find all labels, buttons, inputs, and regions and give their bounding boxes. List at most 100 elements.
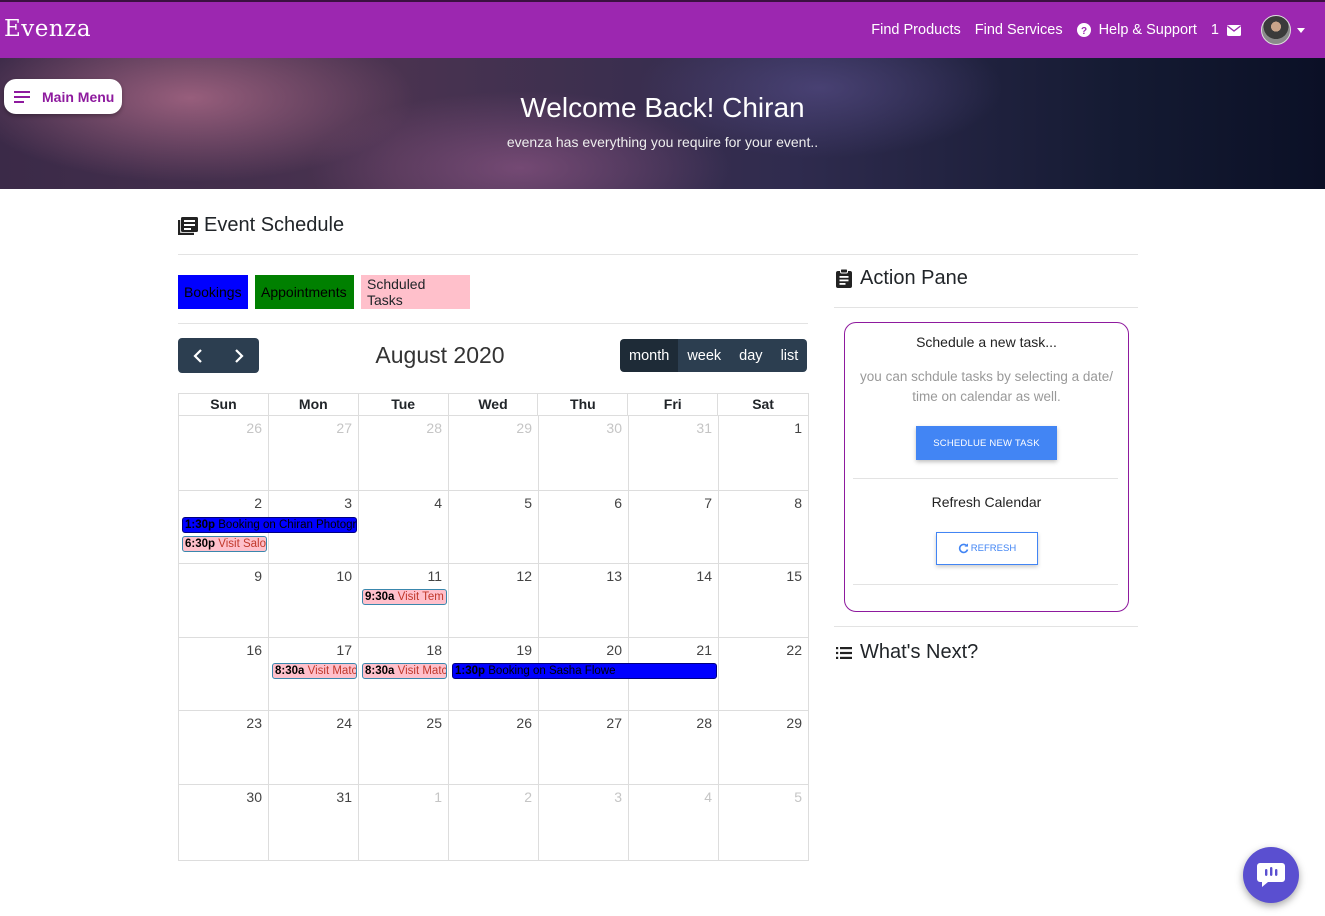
calendar-event-task[interactable]: 8:30a Visit Matc	[272, 663, 357, 679]
weekday-thu: Thu	[538, 394, 629, 415]
envelope-icon	[1227, 24, 1241, 36]
calendar-week: 30 31 1 2 3 4 5	[178, 784, 809, 861]
divider	[178, 254, 1138, 255]
nav-help-support[interactable]: ? Help & Support	[1076, 22, 1197, 38]
messages-link[interactable]: 1	[1211, 22, 1241, 38]
schedule-new-task-button[interactable]: SCHEDLUE NEW TASK	[916, 426, 1057, 460]
day-cell[interactable]: 4	[629, 785, 719, 860]
top-navbar: Evenza Find Products Find Services ? Hel…	[0, 0, 1325, 58]
calendar-event-booking[interactable]: 1:30p Booking on Chiran Photogr	[182, 517, 357, 533]
day-cell[interactable]: 30	[179, 785, 269, 860]
day-cell[interactable]: 12	[449, 564, 539, 637]
day-cell[interactable]: 16	[179, 638, 269, 710]
user-avatar[interactable]	[1261, 15, 1291, 45]
calendar-month-title: August 2020	[375, 342, 505, 368]
day-cell[interactable]: 5	[719, 785, 809, 860]
day-cell[interactable]: 26	[179, 416, 269, 490]
day-cell[interactable]: 6	[539, 491, 629, 563]
event-legend: Bookings Appointments Schduled Tasks	[178, 275, 477, 309]
day-cell[interactable]: 14	[629, 564, 719, 637]
day-cell[interactable]: 2	[449, 785, 539, 860]
day-cell[interactable]: 5	[449, 491, 539, 563]
chevron-right-icon	[234, 348, 244, 363]
brand-logo[interactable]: Evenza	[4, 16, 91, 42]
divider	[853, 584, 1118, 585]
action-pane-title: Action Pane	[860, 267, 968, 289]
event-time: 9:30a	[365, 591, 395, 603]
calendar-week: 26 27 28 29 30 31 1	[178, 415, 809, 490]
chevron-down-icon[interactable]	[1297, 27, 1305, 33]
day-cell[interactable]: 7	[629, 491, 719, 563]
day-cell[interactable]: 9	[179, 564, 269, 637]
view-day-button[interactable]: day	[730, 339, 772, 372]
weekday-mon: Mon	[269, 394, 359, 415]
day-cell[interactable]: 1	[359, 785, 449, 860]
weekday-tue: Tue	[359, 394, 449, 415]
chevron-left-icon	[193, 348, 203, 363]
day-cell[interactable]: 26	[449, 711, 539, 784]
schedule-book-icon	[178, 216, 198, 235]
new-task-help-text: you can schdule tasks by selecting a dat…	[860, 369, 1113, 404]
list-icon	[836, 646, 852, 659]
day-cell[interactable]: 27	[539, 711, 629, 784]
day-cell[interactable]: 27	[269, 416, 359, 490]
day-cell[interactable]: 22	[719, 638, 809, 710]
refresh-button[interactable]: REFRESH	[936, 532, 1038, 565]
welcome-subtitle: evenza has everything you require for yo…	[506, 134, 819, 150]
prev-month-button[interactable]	[178, 338, 219, 373]
calendar-event-task[interactable]: 8:30a Visit Matc	[362, 663, 447, 679]
day-cell[interactable]: 28	[359, 416, 449, 490]
event-time: 1:30p	[185, 519, 216, 531]
day-cell[interactable]: 1	[719, 416, 809, 490]
chat-widget-button[interactable]	[1243, 847, 1299, 903]
calendar-event-booking[interactable]: 1:30p Booking on Sasha Flowe	[452, 663, 717, 679]
legend-bookings: Bookings	[178, 275, 248, 309]
view-week-button[interactable]: week	[678, 339, 731, 372]
calendar-week: 16 17 18 19 20 21 22 8:30a Visit Matc 8:…	[178, 637, 809, 710]
calendar-view-switcher: month week day list	[620, 339, 808, 372]
action-pane-heading: Action Pane	[836, 267, 968, 290]
day-cell[interactable]: 3	[539, 785, 629, 860]
weekday-sun: Sun	[179, 394, 269, 415]
refresh-icon	[958, 543, 969, 554]
view-month-button[interactable]: month	[620, 339, 679, 372]
calendar-week: 2 3 4 5 6 7 8 1:30p Booking on Chiran Ph…	[178, 490, 809, 563]
divider	[853, 478, 1118, 479]
day-cell[interactable]: 15	[719, 564, 809, 637]
day-cell[interactable]: 31	[269, 785, 359, 860]
nav-find-products[interactable]: Find Products	[871, 22, 960, 38]
nav-find-services[interactable]: Find Services	[975, 22, 1063, 38]
help-circle-icon: ?	[1076, 23, 1091, 37]
day-cell[interactable]: 4	[359, 491, 449, 563]
divider	[834, 626, 1138, 627]
day-cell[interactable]: 31	[629, 416, 719, 490]
day-cell[interactable]: 23	[179, 711, 269, 784]
view-list-button[interactable]: list	[771, 339, 808, 372]
day-cell[interactable]: 29	[719, 711, 809, 784]
day-cell[interactable]: 24	[269, 711, 359, 784]
calendar-week: 9 10 11 12 13 14 15 9:30a Visit Tem	[178, 563, 809, 637]
chat-bubble-icon	[1257, 863, 1285, 887]
weekday-header: Sun Mon Tue Wed Thu Fri Sat	[178, 393, 809, 415]
event-time: 8:30a	[275, 665, 305, 677]
event-title: Visit Matc	[307, 665, 357, 677]
next-month-button[interactable]	[219, 338, 260, 373]
calendar-event-task[interactable]: 6:30p Visit Salo	[182, 536, 267, 552]
day-cell[interactable]: 8	[719, 491, 809, 563]
day-cell[interactable]: 30	[539, 416, 629, 490]
nav-links: Find Products Find Services ? Help & Sup…	[857, 2, 1305, 58]
day-cell[interactable]: 25	[359, 711, 449, 784]
new-task-heading: Schedule a new task...	[916, 334, 1057, 350]
day-cell[interactable]: 13	[539, 564, 629, 637]
day-cell[interactable]: 28	[629, 711, 719, 784]
main-menu-button[interactable]: Main Menu	[4, 79, 122, 114]
divider	[178, 323, 808, 324]
event-time: 1:30p	[455, 665, 486, 677]
day-cell[interactable]: 10	[269, 564, 359, 637]
event-schedule-heading: Event Schedule	[178, 214, 344, 237]
calendar-nav-buttons	[178, 338, 259, 373]
calendar-grid: Sun Mon Tue Wed Thu Fri Sat 26 27 28 29 …	[178, 393, 809, 861]
day-cell[interactable]: 29	[449, 416, 539, 490]
calendar-event-task[interactable]: 9:30a Visit Tem	[362, 589, 447, 605]
welcome-title: Welcome Back! Chiran	[520, 92, 805, 123]
